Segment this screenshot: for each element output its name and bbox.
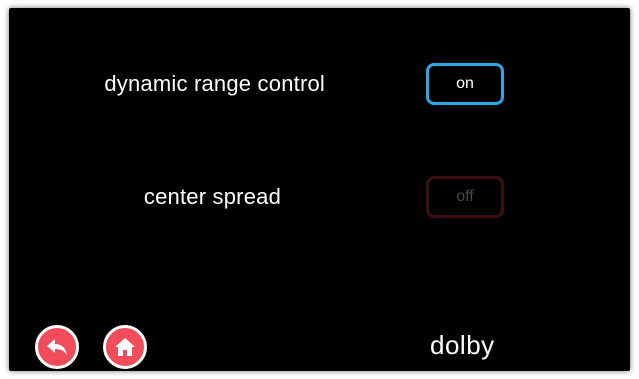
home-icon: [115, 338, 135, 356]
dynamic-range-control-label: dynamic range control: [104, 71, 325, 96]
back-arrow-icon: [47, 339, 67, 356]
home-button[interactable]: [103, 325, 147, 369]
back-button[interactable]: [35, 325, 79, 369]
dynamic-range-control-toggle[interactable]: on: [426, 63, 504, 105]
center-spread-toggle[interactable]: off: [426, 176, 504, 218]
device-frame: dynamic range control on center spread o…: [0, 0, 639, 379]
brand-logo-text: dolby: [430, 330, 495, 360]
center-spread-label: center spread: [143, 184, 281, 209]
settings-screen: [9, 8, 630, 371]
